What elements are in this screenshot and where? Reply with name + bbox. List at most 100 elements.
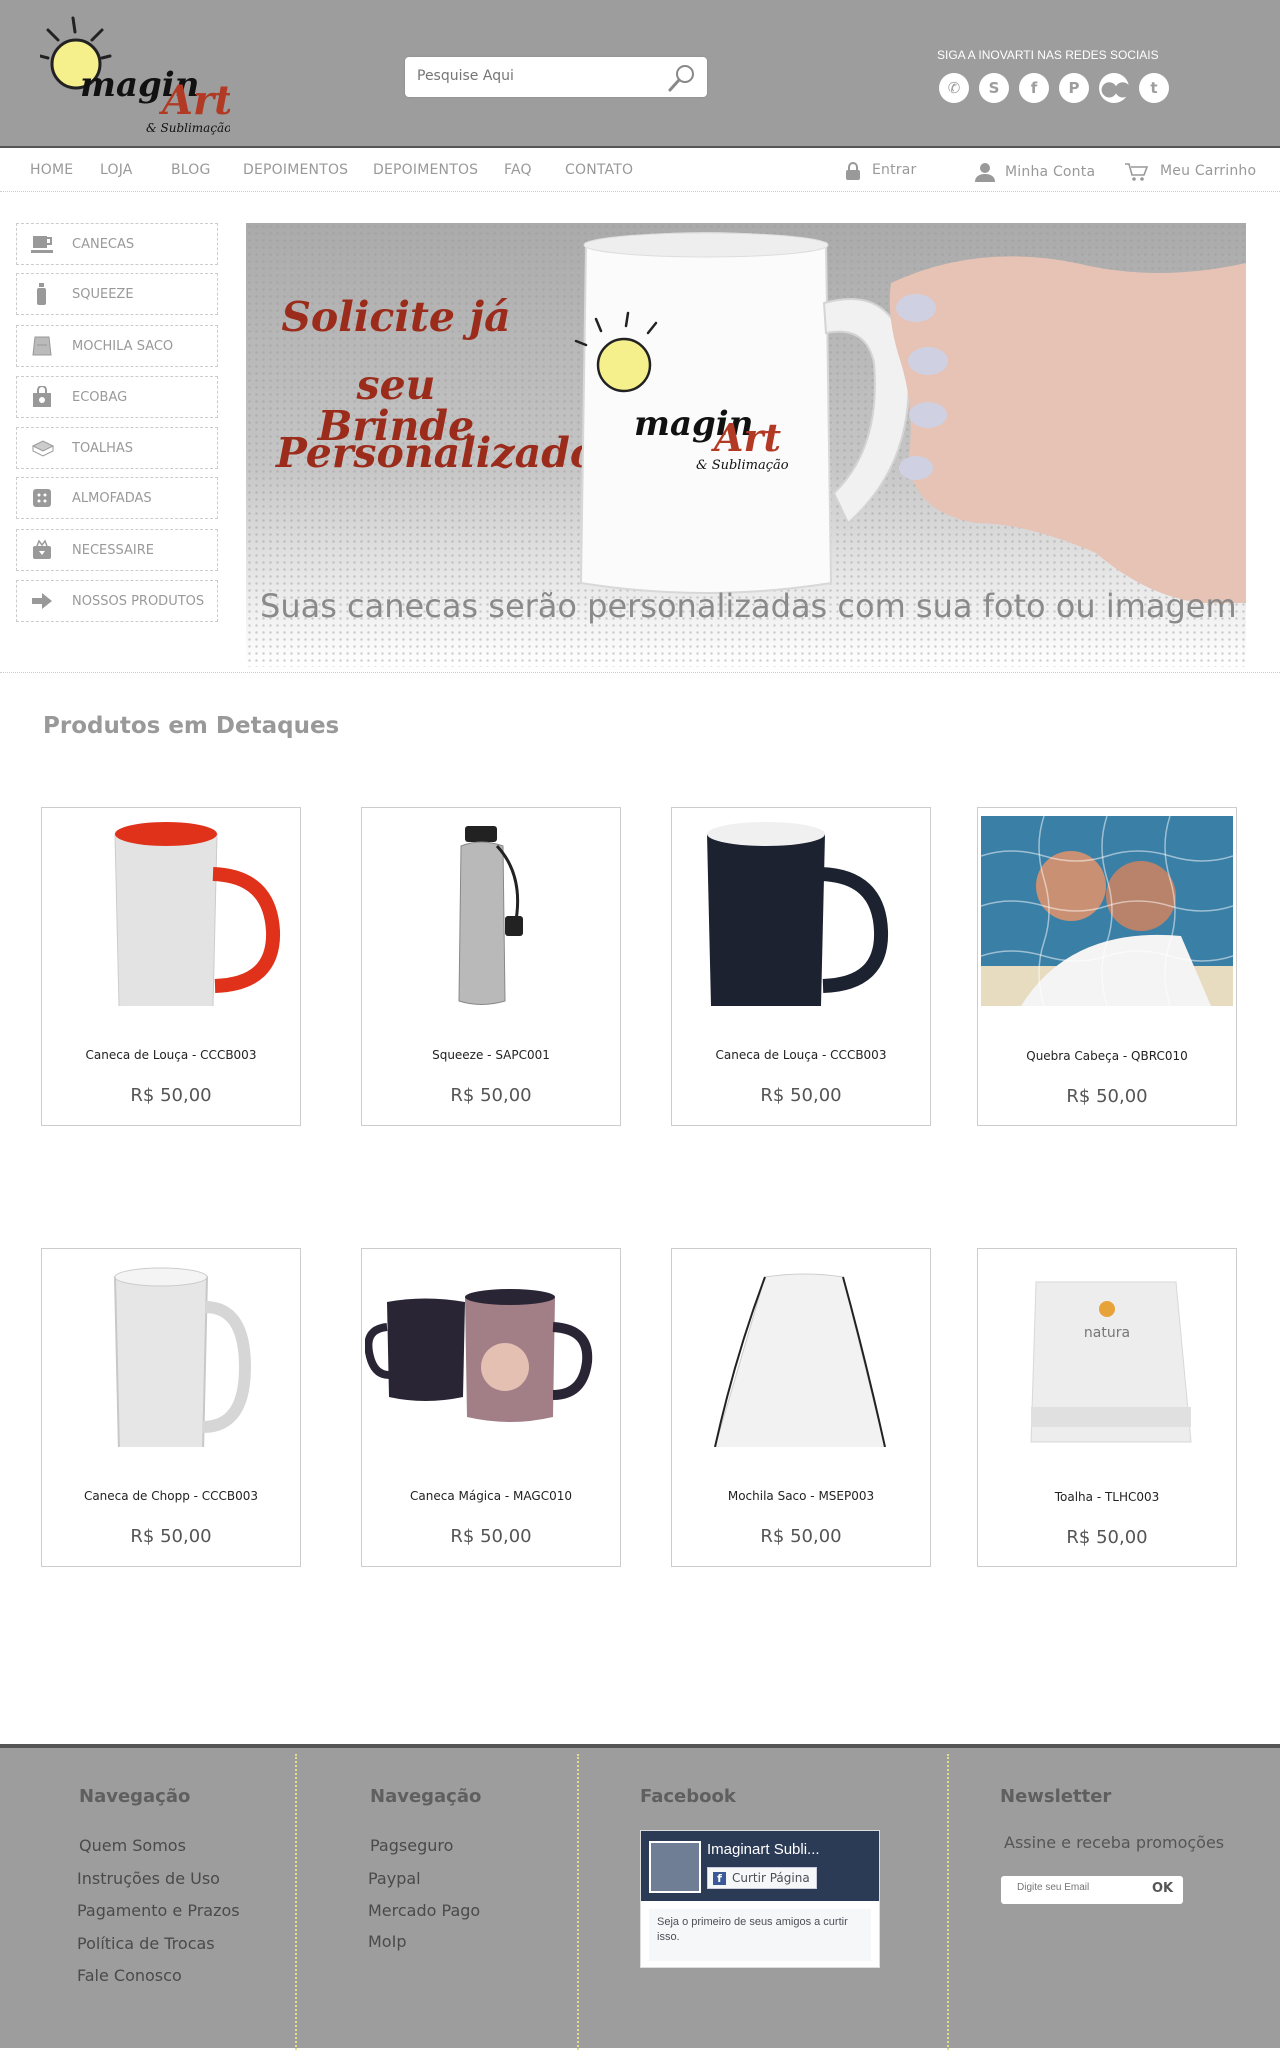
product-image: natura (1030, 1281, 1192, 1443)
login-link[interactable]: Entrar (872, 162, 917, 178)
product-price: R$ 50,00 (130, 1085, 212, 1106)
search-icon[interactable] (667, 63, 697, 93)
flickr-icon[interactable]: ●● (1099, 73, 1131, 103)
pinterest-icon[interactable]: P (1059, 73, 1089, 103)
newsletter-title: Newsletter (1000, 1786, 1112, 1807)
facebook-friends-text: Seja o primeiro de seus amigos a curtir … (649, 1909, 871, 1961)
facebook-page-name[interactable]: Imaginart Subli... (707, 1841, 820, 1858)
category-ecobag[interactable]: ECOBAG (16, 376, 218, 418)
newsletter-email-input[interactable] (1017, 1882, 1137, 1893)
newsletter-submit-button[interactable]: OK (1152, 1881, 1173, 1896)
category-squeeze[interactable]: SQUEEZE (16, 273, 218, 315)
site-footer: Navegação Quem Somos Instruções de Uso P… (0, 1744, 1280, 2050)
footer-link-pagseguro[interactable]: Pagseguro (370, 1836, 453, 1855)
banner-headline-1: Solicite já (281, 293, 511, 341)
product-price: R$ 50,00 (450, 1085, 532, 1106)
towel-icon (31, 437, 55, 459)
facebook-icon: f (713, 1872, 726, 1885)
product-card[interactable]: Squeeze - SAPC001 R$ 50,00 (361, 807, 621, 1126)
footer-nav-title: Navegação (79, 1786, 191, 1807)
necessaire-icon (31, 539, 53, 561)
product-card[interactable]: natura Toalha - TLHC003 R$ 50,00 (977, 1248, 1237, 1567)
footer-link-mercado-pago[interactable]: Mercado Pago (368, 1901, 480, 1920)
facebook-widget: Imaginart Subli... f Curtir Página Seja … (640, 1830, 880, 1968)
facebook-page-avatar (649, 1841, 701, 1893)
footer-divider (947, 1754, 949, 2050)
product-name[interactable]: Caneca de Chopp - CCCB003 (42, 1489, 300, 1503)
banner-subtitle: Suas canecas serão personalizadas com su… (260, 587, 1237, 625)
footer-divider (295, 1754, 297, 2050)
newsletter-text: Assine e receba promoções (1004, 1833, 1225, 1852)
product-name[interactable]: Caneca de Louça - CCCB003 (672, 1048, 930, 1062)
arrow-right-icon (31, 590, 53, 612)
bag-icon (31, 385, 53, 408)
svg-text:natura: natura (1084, 1325, 1130, 1341)
skype-icon[interactable]: S (979, 73, 1009, 103)
product-price: R$ 50,00 (760, 1526, 842, 1547)
category-canecas[interactable]: CANECAS (16, 223, 218, 265)
product-price: R$ 50,00 (1066, 1527, 1148, 1548)
product-price: R$ 50,00 (130, 1526, 212, 1547)
cart-icon (1124, 162, 1149, 182)
product-name[interactable]: Squeeze - SAPC001 (362, 1048, 620, 1062)
product-card[interactable]: Caneca de Louça - CCCB003 R$ 50,00 (671, 807, 931, 1126)
footer-payments-title: Navegação (370, 1786, 482, 1807)
footer-link-quem-somos[interactable]: Quem Somos (79, 1836, 186, 1855)
nav-home[interactable]: HOME (30, 162, 73, 178)
nav-contato[interactable]: CONTATO (565, 162, 633, 178)
product-card[interactable]: Caneca Mágica - MAGC010 R$ 50,00 (361, 1248, 621, 1567)
product-card[interactable]: Mochila Saco - MSEP003 R$ 50,00 (671, 1248, 931, 1567)
hero-banner[interactable]: Solicite já seu Brinde Personalizado mag… (246, 223, 1246, 667)
whatsapp-icon[interactable]: ✆ (939, 73, 969, 103)
nav-loja[interactable]: LOJA (100, 162, 133, 178)
facebook-icon[interactable]: f (1019, 73, 1049, 103)
footer-link-moip[interactable]: MoIp (368, 1932, 406, 1951)
nav-depoimentos[interactable]: DEPOIMENTOS (243, 162, 348, 178)
product-price: R$ 50,00 (1066, 1086, 1148, 1107)
site-header: magin Art & Sublimação SIGA A INOVARTI N… (0, 0, 1280, 148)
mug-icon (31, 233, 53, 255)
category-nossos-produtos[interactable]: NOSSOS PRODUTOS (16, 580, 218, 622)
category-necessaire[interactable]: NECESSAIRE (16, 529, 218, 571)
product-card[interactable]: Quebra Cabeça - QBRC010 R$ 50,00 (977, 807, 1237, 1126)
svg-text:Art: Art (711, 415, 782, 460)
footer-link-trocas[interactable]: Política de Trocas (77, 1934, 215, 1953)
site-logo[interactable]: magin Art & Sublimação (38, 10, 233, 138)
product-name[interactable]: Toalha - TLHC003 (978, 1490, 1236, 1504)
facebook-like-button[interactable]: f Curtir Página (707, 1867, 817, 1889)
main-nav: HOME LOJA BLOG DEPOIMENTOS DEPOIMENTOS F… (0, 150, 1280, 192)
category-toalhas[interactable]: TOALHAS (16, 427, 218, 469)
nav-faq[interactable]: FAQ (504, 162, 532, 178)
bottle-icon (31, 283, 53, 305)
product-image (113, 1267, 252, 1447)
footer-link-paypal[interactable]: Paypal (368, 1869, 421, 1888)
footer-link-fale-conosco[interactable]: Fale Conosco (77, 1966, 182, 1985)
backpack-icon (31, 335, 53, 357)
nav-blog[interactable]: BLOG (171, 162, 211, 178)
category-mochila-saco[interactable]: MOCHILA SACO (16, 325, 218, 367)
facebook-cover: Imaginart Subli... f Curtir Página (641, 1831, 879, 1901)
product-card[interactable]: Caneca de Chopp - CCCB003 R$ 50,00 (41, 1248, 301, 1567)
product-price: R$ 50,00 (760, 1085, 842, 1106)
product-image (707, 822, 889, 1006)
logo-text-sub: & Sublimação (146, 121, 230, 135)
product-image (714, 1273, 886, 1447)
account-link[interactable]: Minha Conta (1005, 164, 1095, 180)
footer-link-pagamento[interactable]: Pagamento e Prazos (77, 1901, 240, 1920)
product-name[interactable]: Quebra Cabeça - QBRC010 (978, 1049, 1236, 1063)
product-name[interactable]: Mochila Saco - MSEP003 (672, 1489, 930, 1503)
twitter-icon[interactable]: t (1139, 73, 1169, 103)
category-almofadas[interactable]: ALMOFADAS (16, 477, 218, 519)
newsletter-form: OK (1001, 1876, 1183, 1904)
product-card[interactable]: Caneca de Louça - CCCB003 R$ 50,00 (41, 807, 301, 1126)
cart-link[interactable]: Meu Carrinho (1160, 163, 1256, 179)
product-image (981, 816, 1233, 1006)
banner-headline-3: Personalizado (276, 429, 598, 477)
nav-depoimentos-2[interactable]: DEPOIMENTOS (373, 162, 478, 178)
search-input[interactable] (417, 68, 657, 84)
footer-link-instrucoes[interactable]: Instruções de Uso (77, 1869, 220, 1888)
product-name[interactable]: Caneca de Louça - CCCB003 (42, 1048, 300, 1062)
product-name[interactable]: Caneca Mágica - MAGC010 (362, 1489, 620, 1503)
footer-divider (577, 1754, 579, 2050)
product-image (114, 822, 281, 1006)
